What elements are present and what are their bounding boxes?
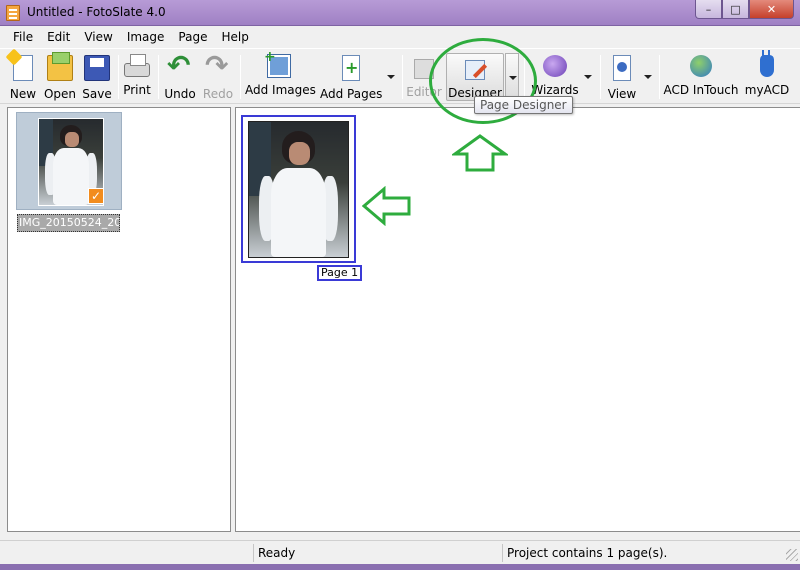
resize-grip[interactable] xyxy=(786,549,798,561)
undo-button[interactable]: Undo xyxy=(163,49,197,101)
undo-label: Undo xyxy=(164,87,196,101)
selected-checkmark-icon[interactable]: ✓ xyxy=(88,188,104,204)
toolbar-separator xyxy=(600,55,601,99)
globe-icon xyxy=(690,55,712,77)
open-button[interactable]: Open xyxy=(42,52,78,101)
close-button[interactable]: ✕ xyxy=(749,0,794,19)
undo-arrow-icon xyxy=(167,49,193,82)
toolbar: New Open Save Print Undo Redo Add Images xyxy=(0,48,800,104)
menu-bar: File Edit View Image Page Help xyxy=(0,27,800,47)
designer-tooltip: Page Designer xyxy=(474,96,573,114)
maximize-button[interactable]: □ xyxy=(722,0,749,19)
add-page-icon xyxy=(342,55,360,81)
menu-file[interactable]: File xyxy=(6,30,40,44)
window-title: Untitled - FotoSlate 4.0 xyxy=(27,5,166,19)
view-button[interactable]: View xyxy=(604,53,640,101)
printer-icon xyxy=(124,54,150,77)
menu-edit[interactable]: Edit xyxy=(40,30,77,44)
new-document-icon xyxy=(13,55,33,81)
up-pointing-arrow-icon xyxy=(452,134,508,172)
open-label: Open xyxy=(43,87,77,101)
status-bar: Ready Project contains 1 page(s). xyxy=(0,540,800,564)
window-controls: – □ ✕ xyxy=(695,0,794,19)
wizards-label: Wizards xyxy=(531,83,579,97)
add-images-button[interactable]: Add Images xyxy=(245,49,316,101)
wizards-dropdown[interactable] xyxy=(581,53,595,101)
minimize-button[interactable]: – xyxy=(695,0,722,19)
add-images-icon xyxy=(264,49,291,78)
image-thumbnail[interactable]: ✓ xyxy=(16,112,122,210)
wizard-icon xyxy=(543,55,567,77)
myacd-label: myACD xyxy=(744,83,790,97)
add-pages-dropdown[interactable] xyxy=(384,53,398,101)
page-photo xyxy=(248,121,349,258)
redo-arrow-icon xyxy=(205,49,231,82)
menu-page[interactable]: Page xyxy=(171,30,214,44)
app-icon xyxy=(6,5,20,21)
open-folder-icon xyxy=(47,52,73,81)
fotoslate-window: Untitled - FotoSlate 4.0 – □ ✕ File Edit… xyxy=(0,0,800,570)
chevron-down-icon xyxy=(644,75,652,79)
save-disk-icon xyxy=(84,55,110,81)
add-pages-button[interactable]: Add Pages xyxy=(320,53,382,101)
toolbar-separator xyxy=(118,55,119,99)
toolbar-separator xyxy=(158,55,159,99)
toolbar-separator xyxy=(402,55,403,99)
myacd-button[interactable]: myACD xyxy=(743,50,791,101)
view-icon xyxy=(613,55,631,81)
thumbnail-caption: IMG_20150524_20... xyxy=(17,214,120,232)
chevron-down-icon xyxy=(584,75,592,79)
page-view-pane[interactable]: Page 1 xyxy=(235,107,800,532)
page-label[interactable]: Page 1 xyxy=(317,265,363,281)
print-button[interactable]: Print xyxy=(121,53,153,101)
redo-label: Redo xyxy=(202,87,234,101)
image-browser-pane[interactable]: ✓ IMG_20150524_20... xyxy=(7,107,231,532)
status-state: Ready xyxy=(253,544,501,562)
acd-intouch-label: ACD InTouch xyxy=(663,83,739,97)
wizards-button[interactable]: Wizards xyxy=(530,53,580,101)
view-dropdown[interactable] xyxy=(641,53,655,101)
new-label: New xyxy=(9,87,37,101)
title-bar[interactable]: Untitled - FotoSlate 4.0 – □ ✕ xyxy=(0,0,800,26)
save-label: Save xyxy=(82,87,112,101)
chevron-down-icon xyxy=(387,75,395,79)
menu-image[interactable]: Image xyxy=(120,30,172,44)
toolbar-separator xyxy=(659,55,660,99)
page-thumbnail[interactable] xyxy=(241,115,356,263)
save-button[interactable]: Save xyxy=(80,53,114,101)
status-summary: Project contains 1 page(s). xyxy=(502,544,782,562)
acd-intouch-button[interactable]: ACD InTouch xyxy=(663,53,739,101)
add-images-label: Add Images xyxy=(245,83,316,97)
redo-button[interactable]: Redo xyxy=(201,49,235,101)
menu-view[interactable]: View xyxy=(77,30,119,44)
add-pages-label: Add Pages xyxy=(320,87,383,101)
toolbar-separator xyxy=(240,55,241,99)
plug-icon xyxy=(760,50,774,77)
left-pointing-arrow-icon xyxy=(362,186,411,226)
new-button[interactable]: New xyxy=(6,53,40,101)
view-label: View xyxy=(607,87,637,101)
print-label: Print xyxy=(123,83,151,97)
desktop-background xyxy=(0,564,800,570)
menu-help[interactable]: Help xyxy=(214,30,255,44)
